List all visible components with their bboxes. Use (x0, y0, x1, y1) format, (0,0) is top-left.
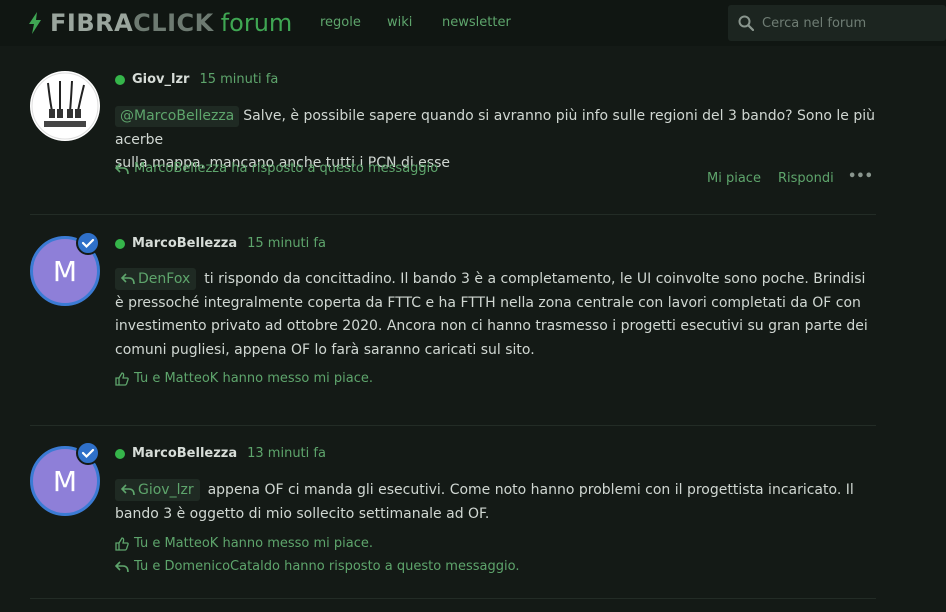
reply-icon (120, 484, 135, 496)
post-meta: MarcoBellezza 13 minuti fa (115, 446, 326, 461)
reply-to-user: Giov_lzr (138, 482, 194, 498)
reply-icon (115, 560, 129, 572)
post-divider (30, 598, 876, 599)
post-3: M MarcoBellezza 13 minuti fa Giov_lzr app… (0, 0, 946, 612)
timestamp[interactable]: 13 minuti fa (247, 446, 326, 461)
reply-info[interactable]: Tu e DomenicoCataldo hanno risposto a qu… (115, 559, 519, 574)
likes-info[interactable]: Tu e MatteoK hanno messo mi piace. (115, 536, 373, 551)
online-status-dot (115, 448, 125, 459)
reply-info-text: Tu e DomenicoCataldo hanno risposto a qu… (134, 559, 520, 574)
verified-badge-icon (76, 441, 100, 465)
likes-info-text: Tu e MatteoK hanno messo mi piace. (134, 536, 374, 551)
thumbs-up-icon (115, 536, 129, 551)
avatar-letter: M (52, 464, 78, 498)
username[interactable]: MarcoBellezza (132, 446, 237, 461)
post-body: Giov_lzr appena OF ci manda gli esecutivi… (115, 479, 875, 526)
post-text: appena OF ci manda gli esecutivi. Come n… (115, 482, 854, 522)
reply-to-tag[interactable]: Giov_lzr (115, 479, 200, 501)
